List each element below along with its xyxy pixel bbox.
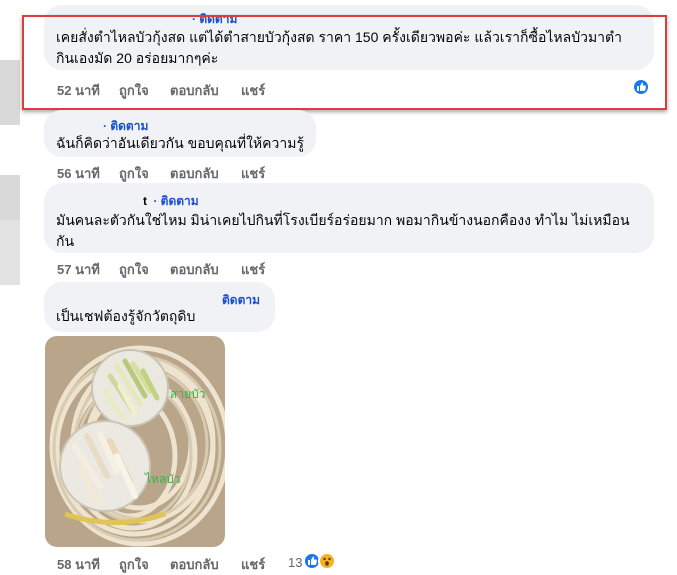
follow-link[interactable]: · ติดตาม	[153, 194, 198, 208]
share-button[interactable]: แชร์	[241, 554, 265, 575]
wow-reaction-icon[interactable]	[318, 552, 336, 570]
like-button[interactable]: ถูกใจ	[119, 259, 149, 280]
comment-photo[interactable]: สายบัว ไหลบัว	[45, 336, 225, 547]
avatar[interactable]	[0, 175, 20, 223]
reaction-count[interactable]: 13	[288, 555, 302, 570]
timestamp[interactable]: 57 นาที	[57, 259, 100, 280]
comment-text: มันคนละตัวกันใช่ไหม มิน่าเคยไปกินที่โรงเ…	[56, 212, 630, 228]
photo-label-top: สายบัว	[170, 387, 205, 401]
comment-text: กัน	[56, 233, 75, 249]
author-name[interactable]: t · ติดตาม	[143, 192, 199, 211]
follow-link[interactable]: ติดตาม	[222, 291, 260, 310]
share-button[interactable]: แชร์	[241, 259, 265, 280]
reply-button[interactable]: ตอบกลับ	[170, 163, 219, 184]
like-button[interactable]: ถูกใจ	[119, 554, 149, 575]
highlight-box	[22, 15, 667, 110]
like-button[interactable]: ถูกใจ	[119, 163, 149, 184]
reply-button[interactable]: ตอบกลับ	[170, 259, 219, 280]
avatar[interactable]	[0, 60, 20, 125]
reply-button[interactable]: ตอบกลับ	[170, 554, 219, 575]
avatar[interactable]	[0, 220, 20, 285]
comment-text: ฉันก็คิดว่าอันเดียวกัน ขอบคุณที่ให้ความร…	[56, 135, 304, 151]
share-button[interactable]: แชร์	[241, 163, 265, 184]
timestamp[interactable]: 56 นาที	[57, 163, 100, 184]
author-fragment[interactable]: t	[143, 194, 147, 208]
comment-text: เป็นเชฟต้องรู้จักวัตถุดิบ	[56, 308, 196, 324]
timestamp[interactable]: 58 นาที	[57, 554, 100, 575]
photo-label-bottom: ไหลบัว	[144, 472, 181, 486]
